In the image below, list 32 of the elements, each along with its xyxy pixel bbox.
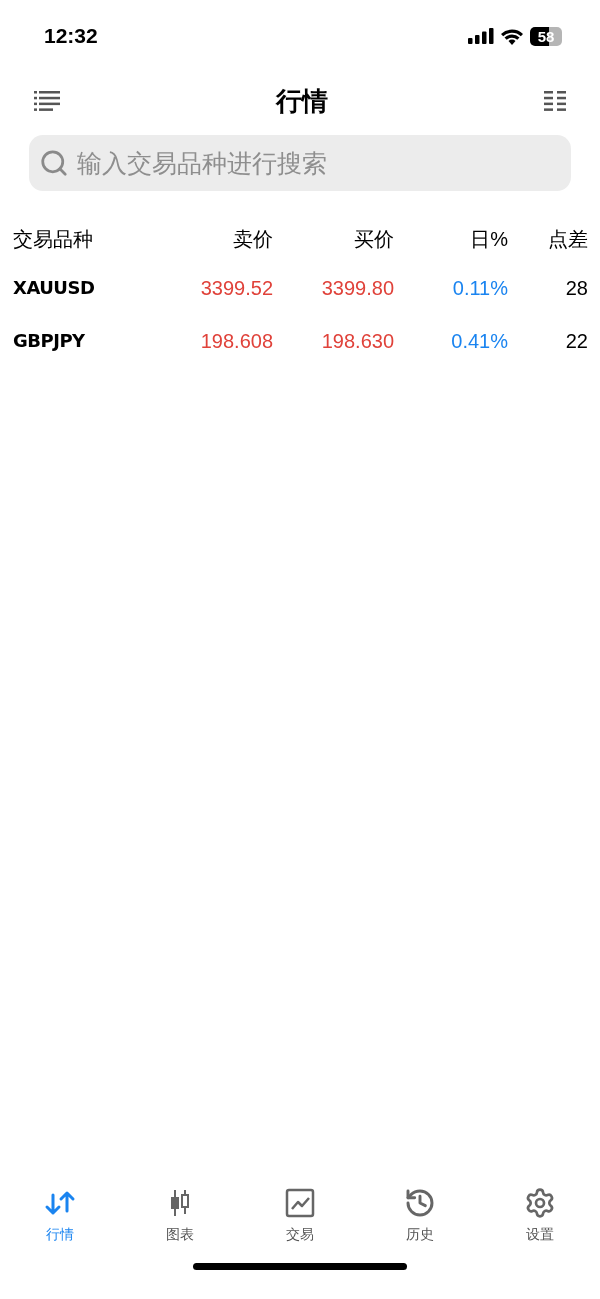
column-header[interactable]: 买价 [273,224,394,254]
list-icon[interactable] [34,91,60,111]
daily-change: 0.41% [450,328,508,354]
search-field[interactable]: 输入交易品种进行搜索 [29,135,571,191]
column-header[interactable]: 日% [394,224,508,254]
settings-icon [524,1187,556,1219]
tab-bar-item[interactable]: 历史 [360,1184,480,1254]
page-title: 行情 [276,84,328,118]
tab-bar-item[interactable]: 行情 [0,1184,120,1254]
column-header[interactable]: 交易品种 [13,224,173,254]
column-header[interactable]: 点差 [508,224,588,254]
status-time: 12:32 [44,23,98,50]
daily-change: 0.11% [451,275,508,301]
ask-price: 198.630 [320,328,394,354]
ask-price: 3399.80 [320,275,394,301]
bid-price: 198.608 [199,328,273,354]
sort-arrows-icon [44,1189,76,1217]
wifi-icon [500,27,524,45]
history-icon [404,1187,436,1219]
spread-cell-text: 28 [564,275,588,301]
signal-icon [468,28,494,44]
tab-bar-item[interactable]: 设置 [480,1184,600,1254]
search-icon [39,148,69,178]
tab-bar-item[interactable]: 图表 [120,1184,240,1254]
tab-bar-item[interactable]: 交易 [240,1184,360,1254]
columns-icon[interactable] [544,91,566,111]
bid-price: 3399.52 [199,275,273,301]
spread-cell-text: 22 [564,328,588,354]
line-chart-icon [285,1188,315,1218]
column-header[interactable]: 卖价 [173,224,273,254]
symbol-cell[interactable]: XAUUSD [13,274,173,301]
symbol-cell[interactable]: GBPJPY [13,327,173,354]
